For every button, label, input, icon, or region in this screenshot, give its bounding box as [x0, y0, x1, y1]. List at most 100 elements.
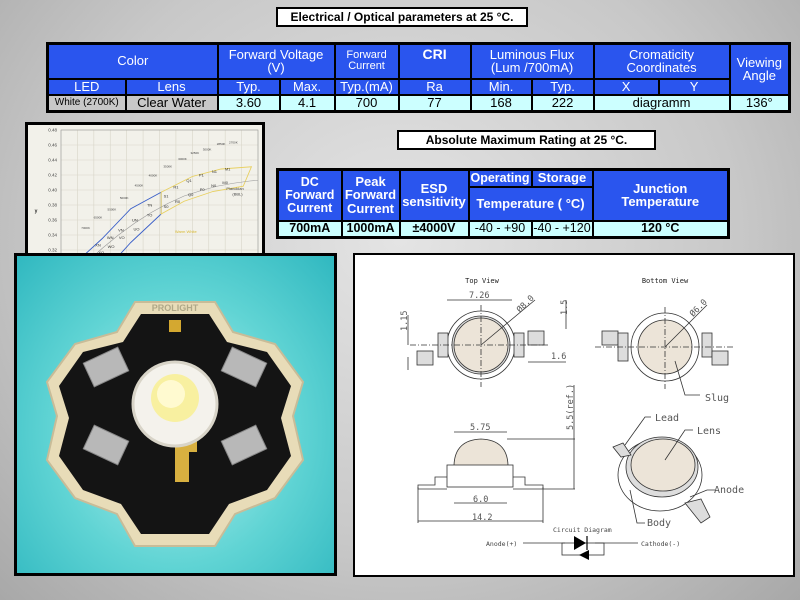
bin-label: P0 — [200, 187, 206, 192]
bin-label: P1 — [199, 173, 205, 178]
cell-junction: 120 °C — [591, 219, 730, 239]
led-lens-highlight — [157, 380, 185, 408]
header-dc-current: DC Forward Current — [276, 168, 343, 222]
gold-contact — [169, 320, 181, 332]
subheader-vf-max: Max. — [278, 77, 336, 96]
dim-5-75: 5.75 — [470, 423, 490, 433]
header-peak-current: Peak Forward Current — [340, 168, 401, 222]
dim-1-15: 1.15 — [400, 311, 410, 331]
bin-label: TN — [147, 203, 152, 208]
dim-5-5-ref: 5.5(ref.) — [566, 384, 576, 430]
subheader-y: Y — [657, 77, 731, 96]
top-view-label: Top View — [465, 277, 500, 285]
cell-storage: -40 - +120 — [530, 219, 594, 239]
chart-annotation: Planckian — [226, 186, 243, 191]
electrical-title: Electrical / Optical parameters at 25 °C… — [276, 7, 528, 27]
header-forward-current: Forward Current — [333, 42, 400, 80]
body-label: Body — [647, 518, 671, 529]
bin-label: UO — [134, 227, 140, 232]
cell-dc: 700mA — [276, 219, 343, 239]
subheader-ra: Ra — [397, 77, 472, 96]
bin-label: XN — [95, 242, 101, 247]
subheader-lens: Lens — [124, 77, 219, 96]
dc-l2: Forward — [285, 187, 335, 202]
lead-label: Lead — [655, 413, 679, 424]
electrical-optical-table: Color Forward Voltage (V) Forward Current … — [46, 42, 792, 113]
absolute-title-text: Absolute Maximum Rating at 25 °C. — [425, 133, 628, 147]
lens-label: Lens — [697, 426, 721, 437]
brand-text: PROLIGHT — [152, 303, 199, 313]
fc-l2: Current — [348, 60, 385, 73]
y-tick-label: 0.42 — [48, 173, 57, 178]
bin-label: Q0 — [188, 192, 194, 197]
cell-flux-min: 168 — [469, 93, 533, 113]
bin-label: VN — [118, 227, 124, 232]
mechanical-drawing-panel: Top View Bottom View 7.26 Ø8.0 1.15 1.5 … — [353, 253, 795, 577]
va-l2: Angle — [742, 68, 776, 84]
dim-6-0: 6.0 — [473, 495, 488, 505]
subheader-if-typ: Typ.(mA) — [333, 77, 400, 96]
cell-viewing-angle: 136° — [728, 93, 791, 113]
cell-operating: -40 - +90 — [467, 219, 533, 239]
header-storage: Storage — [530, 168, 594, 188]
bin-label: N1 — [212, 169, 218, 174]
chart-annotation: (BBL) — [232, 191, 243, 196]
cell-lens: Clear Water — [124, 93, 219, 113]
bin-label: S0 — [164, 204, 170, 209]
cct-label: 3000K — [178, 157, 187, 161]
cct-label: 7000K — [81, 226, 90, 230]
dim-phi-6: Ø6.0 — [687, 297, 709, 319]
bin-label: Q1 — [186, 178, 192, 183]
cell-esd: ±4000V — [398, 219, 470, 239]
bin-label: VO — [119, 235, 125, 240]
cct-label: 3500K — [163, 165, 172, 169]
absolute-maximum-table: DC Forward Current Peak Forward Current ESD s… — [276, 168, 730, 239]
cct-label: 5000K — [120, 196, 129, 200]
y-tick-label: 0.34 — [48, 233, 57, 238]
header-forward-voltage: Forward Voltage (V) — [216, 42, 336, 80]
y-tick-label: 0.38 — [48, 203, 57, 208]
cct-label: 5500K — [108, 207, 117, 211]
y-tick-label: 0.36 — [48, 218, 57, 223]
subheader-x: X — [592, 77, 660, 96]
subheader-vf-typ: Typ. — [216, 77, 281, 96]
cell-led: White (2700K) — [46, 93, 127, 113]
cathode-pin-label: Cathode(-) — [641, 540, 680, 548]
fc-l1: Forward — [346, 48, 387, 61]
dc-l1: DC — [300, 174, 319, 189]
y-axis-label: y — [35, 209, 38, 215]
anode-label: Anode — [714, 485, 744, 496]
bin-label: R1 — [173, 185, 179, 190]
absolute-title: Absolute Maximum Rating at 25 °C. — [397, 130, 656, 150]
bin-label: WN — [107, 235, 114, 240]
dim-14-2: 14.2 — [472, 513, 492, 523]
chart-annotation: Warm White — [175, 229, 198, 234]
dim-1-5: 1.5 — [560, 300, 570, 315]
bin-label: M1 — [225, 167, 231, 172]
header-junction: Junction Temperature — [591, 168, 730, 222]
header-viewing-angle: Viewing Angle — [728, 42, 791, 96]
fv-l2: (V) — [267, 60, 285, 76]
bin-label: TO — [147, 212, 152, 217]
header-cri: CRI — [397, 42, 472, 80]
subheader-flux-typ: Typ. — [530, 77, 595, 96]
bin-label: R0 — [175, 199, 181, 204]
star-led-image: PROLIGHT — [45, 301, 305, 547]
cct-label: 2850K — [217, 142, 226, 146]
cct-label: 2700K — [229, 141, 238, 145]
cell-if-typ: 700 — [333, 93, 400, 113]
bottom-view-label: Bottom View — [642, 277, 689, 285]
cct-label: 4500K — [135, 183, 144, 187]
slug-label: Slug — [705, 393, 729, 404]
cr-l2: Coordinates — [626, 60, 697, 76]
y-tick-label: 0.40 — [48, 188, 57, 193]
circuit-diagram-title: Circuit Diagram — [553, 526, 612, 534]
subheader-flux-min: Min. — [469, 77, 533, 96]
lf-l2: (Lum /700mA) — [490, 60, 574, 76]
dim-7-26: 7.26 — [469, 291, 489, 301]
cell-flux-typ: 222 — [530, 93, 595, 113]
led-product-photo: PROLIGHT — [14, 253, 337, 576]
peak-l3: Current — [347, 201, 394, 217]
cell-ra: 77 — [397, 93, 472, 113]
bin-label: N0 — [211, 183, 217, 188]
